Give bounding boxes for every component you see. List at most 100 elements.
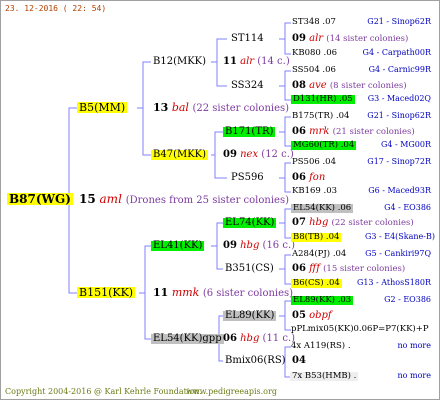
- ref-b175[interactable]: G21 - Sinop62R: [367, 112, 431, 120]
- l4-ss324-info: 08 ave (8 sister colonies): [292, 81, 407, 91]
- leaf-mg60[interactable]: MG60(TR) .04: [291, 141, 357, 150]
- ref-b8[interactable]: G3 - E4(Skane-B): [365, 233, 435, 241]
- grand-queen-b12[interactable]: B12(MKK): [153, 57, 206, 67]
- l4-st114-note: (14 sister colonies): [326, 34, 409, 44]
- l4-b351-info: 06 fff (15 sister colonies): [292, 264, 405, 274]
- l4-b351-abbr: fff: [309, 263, 320, 274]
- parent-queen-b5[interactable]: B5(MM): [77, 102, 128, 113]
- l4-st114-info: 09 alr (14 sister colonies): [292, 34, 408, 44]
- l4-ss324-abbr: ave: [309, 80, 327, 91]
- leaf-b53[interactable]: 7x B53(HMB) .: [290, 372, 359, 381]
- leaf-ss504[interactable]: SS504 .06: [292, 66, 336, 75]
- parent-b5-note: (22 sister colonies): [192, 103, 290, 114]
- parent-b5-abbr: bal: [171, 101, 189, 114]
- grand-b12-abbr: alr: [240, 56, 255, 67]
- ref-kb169[interactable]: G6 - Maced93R: [368, 187, 431, 195]
- l4-ps596-abbr: fon: [309, 172, 326, 183]
- ref-kb080[interactable]: G4 - Carpath00R: [363, 49, 431, 57]
- l4-b171-note: (21 sister colonies): [332, 127, 415, 137]
- leaf-pplmix05[interactable]: pPLmix05(KK)0.06P=P7(KK)+P: [291, 325, 429, 334]
- grand-b12-info: 11 alr (14 c.): [223, 57, 290, 67]
- grand-queen-b47[interactable]: B47(MKK): [151, 150, 209, 160]
- gg-queen-ss324[interactable]: SS324: [231, 81, 264, 91]
- parent-b5-gen: 13: [153, 101, 169, 114]
- ref-el54[interactable]: G4 - EO386: [384, 204, 431, 212]
- root-info: 15 aml (Drones from 25 sister colonies): [79, 193, 289, 206]
- leaf-b175[interactable]: B175(TR) .04: [292, 112, 349, 121]
- grand-el41-gen: 09: [223, 240, 237, 251]
- l4-ss324-note: (8 sister colonies): [329, 81, 407, 91]
- root-gen: 15: [79, 192, 96, 206]
- leaf-el54[interactable]: EL54(KK) .06: [291, 204, 354, 213]
- grand-b47-gen: 09: [223, 149, 237, 160]
- grand-el54gpp-abbr: hbg: [240, 333, 260, 344]
- l4-el74-gen: 07: [292, 217, 306, 228]
- parent-b5-info: 13 bal (22 sister colonies): [153, 102, 289, 114]
- parent-b151-abbr: mmk: [171, 286, 200, 299]
- l4-ps596-info: 06 fon: [292, 173, 325, 183]
- grand-b47-info: 09 nex (12 c.): [223, 150, 294, 160]
- parent-b151-note: (6 sister colonies): [202, 288, 294, 299]
- copyright-notice: Copyright 2004-2016 @ Karl Kehrle Founda…: [5, 387, 202, 396]
- ref-a284[interactable]: G5 - Cankiri97Q: [365, 250, 431, 258]
- grand-b12-gen: 11: [223, 56, 237, 67]
- l4-bmix06-info: 04: [292, 356, 306, 366]
- leaf-b6[interactable]: B6(CS) .04: [291, 279, 342, 288]
- l4-el74-abbr: hbg: [309, 217, 329, 228]
- l4-b171-abbr: mrk: [309, 126, 330, 137]
- gg-queen-st114[interactable]: ST114: [231, 34, 264, 44]
- grand-b47-note: (12 c.): [261, 149, 294, 160]
- report-date: 23. 12-2016 ( 22: 54): [5, 4, 107, 13]
- gg-queen-bmix06[interactable]: Bmix06(RS): [225, 356, 286, 366]
- leaf-kb169[interactable]: KB169 .03: [292, 187, 337, 196]
- leaf-ps506[interactable]: PS506 .04: [292, 158, 336, 167]
- l4-el89-abbr: obpf: [309, 310, 332, 321]
- parent-b151-info: 11 mmk (6 sister colonies): [153, 287, 293, 299]
- grand-el54gpp-info: 06 hbg (11 c.): [223, 334, 295, 344]
- ref-el89[interactable]: G2 - EO386: [384, 296, 431, 304]
- gg-queen-ps596[interactable]: PS596: [231, 173, 264, 183]
- l4-b171-info: 06 mrk (21 sister colonies): [292, 127, 415, 137]
- l4-st114-abbr: alr: [309, 33, 324, 44]
- ref-a119[interactable]: no more: [398, 342, 431, 350]
- leaf-b8[interactable]: B8(TB) .04: [291, 233, 342, 242]
- leaf-el89[interactable]: EL89(KK) .03: [291, 296, 354, 305]
- leaf-kb080[interactable]: KB080 .06: [292, 49, 337, 58]
- ref-mg60[interactable]: G4 - MG00R: [381, 141, 431, 149]
- grand-el41-abbr: hbg: [240, 240, 260, 251]
- l4-b171-gen: 06: [292, 126, 306, 137]
- l4-bmix06-gen: 04: [292, 355, 306, 366]
- grand-el41-note: (16 c.): [262, 240, 296, 251]
- parent-queen-b151[interactable]: B151(KK): [77, 287, 136, 298]
- grand-el41-info: 09 hbg (16 c.): [223, 241, 295, 251]
- l4-ps596-gen: 06: [292, 172, 306, 183]
- leaf-d131[interactable]: D131(HR) .05: [291, 95, 355, 104]
- ref-d131[interactable]: G3 - Maced02Q: [368, 95, 431, 103]
- root-queen[interactable]: B87(WG): [7, 193, 73, 205]
- gg-queen-b171[interactable]: B171(TR): [223, 127, 276, 137]
- pedigree-chart: 23. 12-2016 ( 22: 54) Copyright 2004-201…: [0, 0, 440, 400]
- l4-b351-note: (15 sister colonies): [323, 264, 406, 274]
- l4-el89-gen: 05: [292, 310, 306, 321]
- ref-st348[interactable]: G21 - Sinop62R: [367, 18, 431, 26]
- leaf-st348[interactable]: ST348 .07: [292, 18, 336, 27]
- gg-queen-b351[interactable]: B351(CS): [225, 264, 274, 274]
- grand-b47-abbr: nex: [240, 149, 259, 160]
- gg-queen-el74[interactable]: EL74(KK): [223, 218, 277, 228]
- ref-b53[interactable]: no more: [398, 372, 431, 380]
- l4-ss324-gen: 08: [292, 80, 306, 91]
- ref-b6[interactable]: G13 - AthosS180R: [357, 279, 431, 287]
- leaf-a119[interactable]: 4x A119(RS) .: [291, 342, 351, 351]
- ref-ps506[interactable]: G17 - Sinop72R: [367, 158, 431, 166]
- site-link[interactable]: www.pedigreeapis.org: [186, 388, 277, 396]
- l4-el74-note: (22 sister colonies): [331, 218, 414, 228]
- grand-b12-note: (14 c.): [257, 56, 290, 67]
- parent-b151-gen: 11: [153, 286, 169, 299]
- gg-queen-el89[interactable]: EL89(KK): [223, 311, 277, 321]
- grand-queen-el54gpp[interactable]: EL54(KK)gpp: [151, 334, 224, 344]
- grand-queen-el41[interactable]: EL41(KK): [151, 241, 205, 251]
- leaf-a284[interactable]: A284(PJ) .04: [292, 250, 346, 259]
- l4-el89-info: 05 obpf: [292, 311, 332, 321]
- l4-b351-gen: 06: [292, 263, 306, 274]
- ref-ss504[interactable]: G4 - Carnic99R: [369, 66, 431, 74]
